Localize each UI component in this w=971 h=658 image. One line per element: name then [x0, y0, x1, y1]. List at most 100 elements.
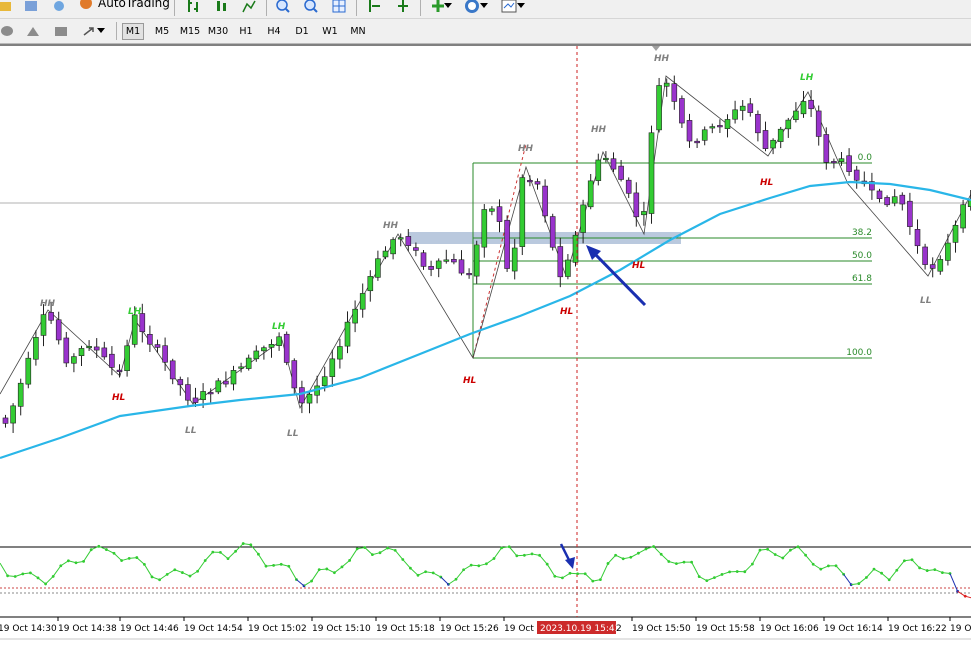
autotrading-icon — [78, 0, 94, 10]
oscillator-segment — [859, 577, 867, 583]
timeframe-toolbar: M1 M5 M15 M30 H1 H4 D1 W1 MN — [0, 19, 971, 44]
bullish-candle — [368, 276, 373, 290]
bearish-candle — [923, 247, 928, 265]
oscillator-segment — [205, 552, 213, 560]
oscillator-segment — [289, 566, 297, 579]
fib-trendline — [473, 144, 526, 358]
time-axis-label: 19 Oct 15:10 — [312, 624, 371, 634]
bullish-candle — [246, 358, 251, 369]
bullish-candle — [444, 260, 449, 262]
toolbar-separator — [420, 0, 421, 16]
bullish-candle — [961, 205, 966, 228]
time-axis-label: 19 Oct 16:14 — [824, 624, 883, 634]
timeframe-h4[interactable]: H4 — [260, 23, 288, 40]
oscillator-segment — [600, 563, 608, 579]
oscillator-segment — [692, 562, 700, 576]
bearish-candle — [178, 379, 183, 384]
folder-icon[interactable] — [0, 0, 16, 15]
swing-label-hl: HL — [463, 376, 477, 386]
timeframe-d1[interactable]: D1 — [288, 23, 316, 40]
tile-windows-icon[interactable] — [328, 0, 350, 15]
indicators-dropdown-icon[interactable] — [443, 0, 453, 15]
bearish-candle — [748, 104, 753, 113]
zoom-out-icon[interactable] — [300, 0, 322, 15]
bullish-candle — [596, 160, 601, 181]
swing-label-hl: HL — [112, 393, 126, 403]
bearish-candle — [611, 159, 616, 169]
line-chart-icon[interactable] — [238, 0, 260, 15]
timeframe-m1[interactable]: M1 — [122, 23, 144, 40]
bearish-candle — [535, 182, 540, 185]
oscillator-segment — [84, 550, 92, 562]
arrows-dropdown-icon[interactable] — [96, 22, 106, 40]
time-axis-label: 19 Oc — [950, 624, 971, 634]
bearish-candle — [497, 207, 502, 222]
bearish-candle — [56, 320, 61, 340]
bullish-candle — [322, 377, 327, 386]
bullish-candle — [239, 367, 244, 369]
oscillator-segment — [540, 555, 548, 564]
bearish-candle — [505, 220, 510, 268]
oscillator-segment — [866, 569, 874, 577]
autotrading-button[interactable]: AutoTrading — [78, 0, 170, 10]
bearish-candle — [467, 273, 472, 275]
timeframe-h1[interactable]: H1 — [232, 23, 260, 40]
triangle-tool-icon[interactable] — [22, 22, 44, 40]
bullish-candle — [786, 120, 791, 129]
oscillator-segment — [608, 555, 616, 563]
oscillator-segment — [547, 564, 555, 576]
bearish-candle — [930, 265, 935, 269]
toolbar-separator — [266, 0, 267, 16]
swing-label-hl: HL — [560, 307, 574, 317]
navigator-icon[interactable] — [20, 0, 42, 15]
oscillator-segment — [403, 560, 411, 569]
oscillator-segment — [912, 560, 920, 568]
swing-label-hh: HH — [654, 54, 670, 64]
bullish-candle — [710, 127, 715, 128]
fibonacci-retracement[interactable]: 0.0 38.2 50.0 61.8 100.0 — [473, 144, 872, 358]
chart-window[interactable]: 0.0 38.2 50.0 61.8 100.0 HHLHHLLLLHLLHHH… — [0, 44, 971, 654]
bearish-candle — [755, 114, 760, 133]
price-chart[interactable]: 0.0 38.2 50.0 61.8 100.0 HHLHHLLLLHLLHHH… — [0, 44, 971, 654]
bearish-candle — [687, 120, 692, 141]
toolbar-separator — [116, 22, 117, 40]
oscillator-segment — [783, 550, 791, 558]
chart-shift-icon[interactable] — [392, 0, 414, 15]
timeframe-mn[interactable]: MN — [344, 23, 372, 40]
timeframe-m30[interactable]: M30 — [204, 23, 232, 40]
bearish-candle — [550, 217, 555, 248]
bar-chart-icon[interactable] — [182, 0, 204, 15]
bearish-candle — [824, 134, 829, 162]
ellipse-tool-icon[interactable] — [0, 22, 18, 40]
bullish-candle — [132, 315, 137, 344]
signal-icon[interactable] — [48, 0, 70, 15]
oscillator-segment — [137, 558, 145, 565]
timeframe-m15[interactable]: M15 — [176, 23, 204, 40]
bearish-candle — [543, 186, 548, 216]
timeframe-w1[interactable]: W1 — [316, 23, 344, 40]
bullish-candle — [201, 391, 206, 399]
swing-label-hh: HH — [383, 221, 399, 231]
oscillator-segment — [410, 568, 418, 575]
autotrading-label: AutoTrading — [98, 0, 170, 10]
candlestick-icon[interactable] — [210, 0, 232, 15]
oscillator-segment — [53, 566, 61, 577]
swing-label-hl: HL — [760, 178, 774, 188]
swing-label-hl: HL — [632, 261, 646, 271]
bullish-candle — [391, 240, 396, 254]
bullish-candle — [307, 394, 312, 403]
bullish-candle — [489, 209, 494, 211]
auto-scroll-icon[interactable] — [364, 0, 386, 15]
periods-dropdown-icon[interactable] — [479, 0, 489, 15]
rectangle-tool-icon[interactable] — [50, 22, 72, 40]
bullish-candle — [725, 119, 730, 128]
time-axis-label: 19 Oct 14:54 — [184, 624, 243, 634]
candles-group — [3, 76, 971, 433]
toolbar-separator — [174, 0, 175, 16]
bullish-candle — [945, 243, 950, 260]
oscillator-segment — [342, 560, 350, 566]
oscillator-segment — [38, 578, 46, 584]
timeframe-m5[interactable]: M5 — [148, 23, 176, 40]
templates-dropdown-icon[interactable] — [516, 0, 526, 15]
zoom-in-icon[interactable] — [272, 0, 294, 15]
